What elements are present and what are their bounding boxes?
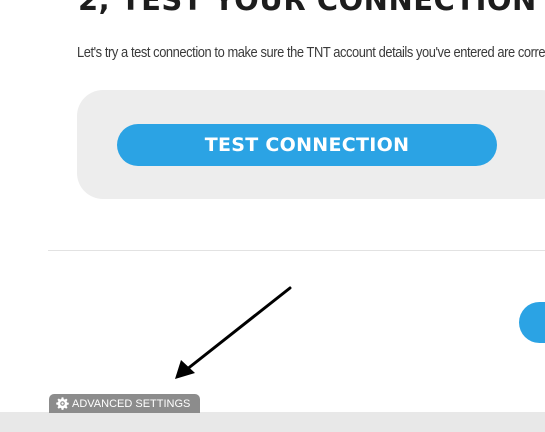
advanced-settings-tab[interactable]: ADVANCED SETTINGS bbox=[49, 394, 201, 413]
section-description: Let's try a test connection to make sure… bbox=[77, 44, 545, 61]
page: 2, TEST YOUR CONNECTION Let's try a test… bbox=[0, 0, 545, 432]
advanced-settings-label: ADVANCED SETTINGS bbox=[72, 397, 191, 410]
footer-bar bbox=[0, 412, 545, 432]
gear-icon bbox=[56, 397, 69, 410]
section-title: 2, TEST YOUR CONNECTION bbox=[78, 0, 537, 17]
annotation-arrow bbox=[175, 286, 292, 379]
section-divider bbox=[48, 250, 545, 251]
test-connection-button[interactable]: TEST CONNECTION bbox=[117, 124, 497, 166]
next-button[interactable] bbox=[519, 302, 545, 343]
test-connection-panel: TEST CONNECTION bbox=[77, 90, 545, 199]
